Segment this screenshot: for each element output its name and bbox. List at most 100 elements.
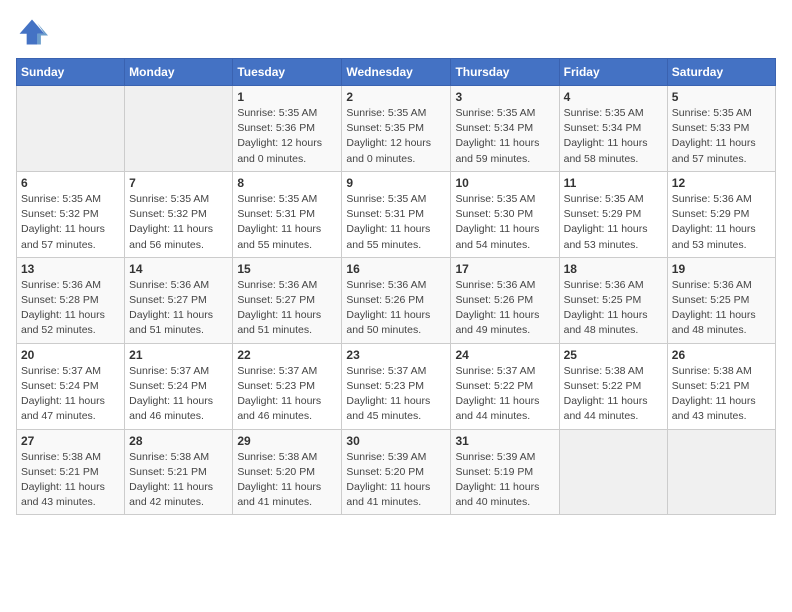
day-info: Sunrise: 5:38 AMSunset: 5:21 PMDaylight:…	[129, 450, 228, 511]
calendar-cell: 26Sunrise: 5:38 AMSunset: 5:21 PMDayligh…	[667, 343, 775, 429]
day-number: 19	[672, 262, 771, 276]
calendar-cell	[17, 86, 125, 172]
week-row-5: 27 Sunrise: 5:38 AMSunset: 5:21 PMDayligh…	[17, 429, 776, 515]
calendar-cell: 10 Sunrise: 5:35 AMSunset: 5:30 PMDayligh…	[451, 171, 559, 257]
day-info: Sunrise: 5:37 AMSunset: 5:24 PMDaylight:…	[129, 364, 228, 425]
day-info: Sunrise: 5:36 AMSunset: 5:25 PMDaylight:…	[564, 278, 663, 339]
calendar-cell: 20 Sunrise: 5:37 AMSunset: 5:24 PMDayligh…	[17, 343, 125, 429]
calendar-cell: 11Sunrise: 5:35 AMSunset: 5:29 PMDayligh…	[559, 171, 667, 257]
day-number: 18	[564, 262, 663, 276]
day-number: 21	[129, 348, 228, 362]
day-info: Sunrise: 5:36 AMSunset: 5:27 PMDaylight:…	[129, 278, 228, 339]
calendar-cell: 5 Sunrise: 5:35 AMSunset: 5:33 PMDaylight…	[667, 86, 775, 172]
calendar-cell: 3Sunrise: 5:35 AMSunset: 5:34 PMDaylight…	[451, 86, 559, 172]
day-number: 5	[672, 90, 771, 104]
header-cell-wednesday: Wednesday	[342, 59, 451, 86]
calendar-cell: 8 Sunrise: 5:35 AMSunset: 5:31 PMDaylight…	[233, 171, 342, 257]
day-number: 8	[237, 176, 337, 190]
calendar-cell: 19Sunrise: 5:36 AMSunset: 5:25 PMDayligh…	[667, 257, 775, 343]
calendar-cell: 31Sunrise: 5:39 AMSunset: 5:19 PMDayligh…	[451, 429, 559, 515]
day-info: Sunrise: 5:35 AMSunset: 5:32 PMDaylight:…	[21, 192, 120, 253]
day-number: 9	[346, 176, 446, 190]
day-info: Sunrise: 5:38 AMSunset: 5:20 PMDaylight:…	[237, 450, 337, 511]
day-info: Sunrise: 5:35 AMSunset: 5:34 PMDaylight:…	[564, 106, 663, 167]
day-number: 12	[672, 176, 771, 190]
calendar-body: 1 Sunrise: 5:35 AMSunset: 5:36 PMDaylight…	[17, 86, 776, 515]
calendar-cell: 1 Sunrise: 5:35 AMSunset: 5:36 PMDaylight…	[233, 86, 342, 172]
day-number: 30	[346, 434, 446, 448]
day-info: Sunrise: 5:36 AMSunset: 5:27 PMDaylight:…	[237, 278, 337, 339]
week-row-2: 6Sunrise: 5:35 AMSunset: 5:32 PMDaylight…	[17, 171, 776, 257]
logo	[16, 16, 52, 48]
calendar-table: SundayMondayTuesdayWednesdayThursdayFrid…	[16, 58, 776, 515]
day-number: 2	[346, 90, 446, 104]
day-info: Sunrise: 5:37 AMSunset: 5:23 PMDaylight:…	[346, 364, 446, 425]
calendar-cell: 9 Sunrise: 5:35 AMSunset: 5:31 PMDaylight…	[342, 171, 451, 257]
day-info: Sunrise: 5:39 AMSunset: 5:19 PMDaylight:…	[455, 450, 554, 511]
calendar-cell: 23 Sunrise: 5:37 AMSunset: 5:23 PMDayligh…	[342, 343, 451, 429]
week-row-4: 20 Sunrise: 5:37 AMSunset: 5:24 PMDayligh…	[17, 343, 776, 429]
day-number: 11	[564, 176, 663, 190]
calendar-cell: 21 Sunrise: 5:37 AMSunset: 5:24 PMDayligh…	[125, 343, 233, 429]
day-number: 26	[672, 348, 771, 362]
day-number: 10	[455, 176, 554, 190]
header-cell-friday: Friday	[559, 59, 667, 86]
day-info: Sunrise: 5:38 AMSunset: 5:22 PMDaylight:…	[564, 364, 663, 425]
day-number: 1	[237, 90, 337, 104]
day-number: 20	[21, 348, 120, 362]
calendar-cell: 12 Sunrise: 5:36 AMSunset: 5:29 PMDayligh…	[667, 171, 775, 257]
calendar-cell	[559, 429, 667, 515]
day-info: Sunrise: 5:38 AMSunset: 5:21 PMDaylight:…	[21, 450, 120, 511]
day-info: Sunrise: 5:35 AMSunset: 5:33 PMDaylight:…	[672, 106, 771, 167]
day-number: 22	[237, 348, 337, 362]
day-number: 17	[455, 262, 554, 276]
calendar-cell: 13Sunrise: 5:36 AMSunset: 5:28 PMDayligh…	[17, 257, 125, 343]
calendar-cell: 15 Sunrise: 5:36 AMSunset: 5:27 PMDayligh…	[233, 257, 342, 343]
calendar-cell: 30 Sunrise: 5:39 AMSunset: 5:20 PMDayligh…	[342, 429, 451, 515]
header-cell-monday: Monday	[125, 59, 233, 86]
calendar-header: SundayMondayTuesdayWednesdayThursdayFrid…	[17, 59, 776, 86]
week-row-1: 1 Sunrise: 5:35 AMSunset: 5:36 PMDaylight…	[17, 86, 776, 172]
calendar-cell: 22Sunrise: 5:37 AMSunset: 5:23 PMDayligh…	[233, 343, 342, 429]
day-info: Sunrise: 5:35 AMSunset: 5:31 PMDaylight:…	[346, 192, 446, 253]
day-number: 16	[346, 262, 446, 276]
day-info: Sunrise: 5:36 AMSunset: 5:26 PMDaylight:…	[346, 278, 446, 339]
calendar-cell: 29 Sunrise: 5:38 AMSunset: 5:20 PMDayligh…	[233, 429, 342, 515]
day-info: Sunrise: 5:37 AMSunset: 5:22 PMDaylight:…	[455, 364, 554, 425]
header-row: SundayMondayTuesdayWednesdayThursdayFrid…	[17, 59, 776, 86]
header-cell-sunday: Sunday	[17, 59, 125, 86]
day-info: Sunrise: 5:36 AMSunset: 5:29 PMDaylight:…	[672, 192, 771, 253]
calendar-cell: 2 Sunrise: 5:35 AMSunset: 5:35 PMDaylight…	[342, 86, 451, 172]
page-header	[16, 16, 776, 48]
day-info: Sunrise: 5:36 AMSunset: 5:28 PMDaylight:…	[21, 278, 120, 339]
calendar-cell: 7Sunrise: 5:35 AMSunset: 5:32 PMDaylight…	[125, 171, 233, 257]
calendar-cell	[667, 429, 775, 515]
day-info: Sunrise: 5:35 AMSunset: 5:31 PMDaylight:…	[237, 192, 337, 253]
calendar-cell	[125, 86, 233, 172]
calendar-cell: 24 Sunrise: 5:37 AMSunset: 5:22 PMDayligh…	[451, 343, 559, 429]
day-info: Sunrise: 5:35 AMSunset: 5:30 PMDaylight:…	[455, 192, 554, 253]
day-number: 7	[129, 176, 228, 190]
day-number: 15	[237, 262, 337, 276]
calendar-cell: 17 Sunrise: 5:36 AMSunset: 5:26 PMDayligh…	[451, 257, 559, 343]
calendar-cell: 14 Sunrise: 5:36 AMSunset: 5:27 PMDayligh…	[125, 257, 233, 343]
day-number: 14	[129, 262, 228, 276]
day-info: Sunrise: 5:37 AMSunset: 5:24 PMDaylight:…	[21, 364, 120, 425]
header-cell-tuesday: Tuesday	[233, 59, 342, 86]
calendar-cell: 4 Sunrise: 5:35 AMSunset: 5:34 PMDaylight…	[559, 86, 667, 172]
calendar-cell: 27 Sunrise: 5:38 AMSunset: 5:21 PMDayligh…	[17, 429, 125, 515]
calendar-cell: 6Sunrise: 5:35 AMSunset: 5:32 PMDaylight…	[17, 171, 125, 257]
week-row-3: 13Sunrise: 5:36 AMSunset: 5:28 PMDayligh…	[17, 257, 776, 343]
day-info: Sunrise: 5:35 AMSunset: 5:35 PMDaylight:…	[346, 106, 446, 167]
day-number: 23	[346, 348, 446, 362]
day-number: 24	[455, 348, 554, 362]
day-info: Sunrise: 5:36 AMSunset: 5:26 PMDaylight:…	[455, 278, 554, 339]
day-number: 29	[237, 434, 337, 448]
day-info: Sunrise: 5:39 AMSunset: 5:20 PMDaylight:…	[346, 450, 446, 511]
day-number: 27	[21, 434, 120, 448]
day-number: 4	[564, 90, 663, 104]
day-number: 3	[455, 90, 554, 104]
calendar-cell: 18 Sunrise: 5:36 AMSunset: 5:25 PMDayligh…	[559, 257, 667, 343]
day-info: Sunrise: 5:35 AMSunset: 5:36 PMDaylight:…	[237, 106, 337, 167]
logo-icon	[16, 16, 48, 48]
